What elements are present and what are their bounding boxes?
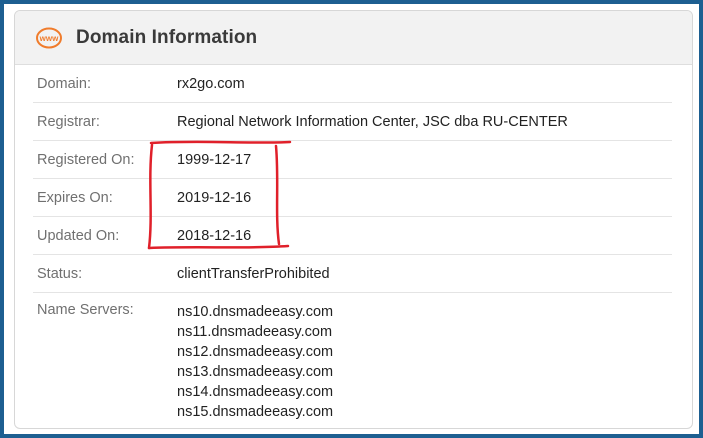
name-servers-label: Name Servers:	[37, 302, 134, 318]
name-server-item: ns14.dnsmadeeasy.com	[177, 384, 334, 400]
card-header: www Domain Information	[15, 11, 692, 65]
registrar-label: Registrar:	[37, 113, 100, 130]
screenshot-frame: www Domain Information Domain: rx2go.com…	[4, 4, 699, 434]
expires-on-label: Expires On:	[37, 189, 113, 206]
domain-value: rx2go.com	[177, 75, 245, 92]
row-name-servers: Name Servers: ns10.dnsmadeeasy.com ns11.…	[33, 293, 672, 422]
row-registered-on: Registered On: 1999-12-17	[33, 141, 672, 179]
registered-on-value: 1999-12-17	[177, 151, 252, 168]
name-server-item: ns15.dnsmadeeasy.com	[177, 404, 334, 420]
row-expires-on: Expires On: 2019-12-16	[33, 179, 672, 217]
card-title: Domain Information	[76, 26, 258, 48]
row-updated-on: Updated On: 2018-12-16	[33, 217, 672, 255]
status-value: clientTransferProhibited	[177, 265, 330, 282]
domain-info-card: www Domain Information Domain: rx2go.com…	[14, 10, 693, 429]
name-server-item: ns12.dnsmadeeasy.com	[177, 344, 334, 360]
expires-on-value: 2019-12-16	[177, 189, 252, 206]
row-status: Status: clientTransferProhibited	[33, 255, 672, 293]
row-domain: Domain: rx2go.com	[33, 65, 672, 103]
registrar-value: Regional Network Information Center, JSC…	[177, 113, 568, 130]
info-table: Domain: rx2go.com Registrar: Regional Ne…	[33, 65, 672, 422]
www-icon: www	[36, 27, 62, 48]
updated-on-label: Updated On:	[37, 227, 120, 244]
row-registrar: Registrar: Regional Network Information …	[33, 103, 672, 141]
status-label: Status:	[37, 265, 83, 282]
www-icon-text: www	[39, 34, 59, 43]
updated-on-value: 2018-12-16	[177, 227, 252, 244]
name-server-item: ns10.dnsmadeeasy.com	[177, 304, 334, 320]
domain-label: Domain:	[37, 75, 91, 92]
name-servers-list: ns10.dnsmadeeasy.com ns11.dnsmadeeasy.co…	[177, 302, 333, 422]
name-server-item: ns13.dnsmadeeasy.com	[177, 364, 334, 380]
registered-on-label: Registered On:	[37, 151, 135, 168]
name-server-item: ns11.dnsmadeeasy.com	[177, 324, 333, 340]
